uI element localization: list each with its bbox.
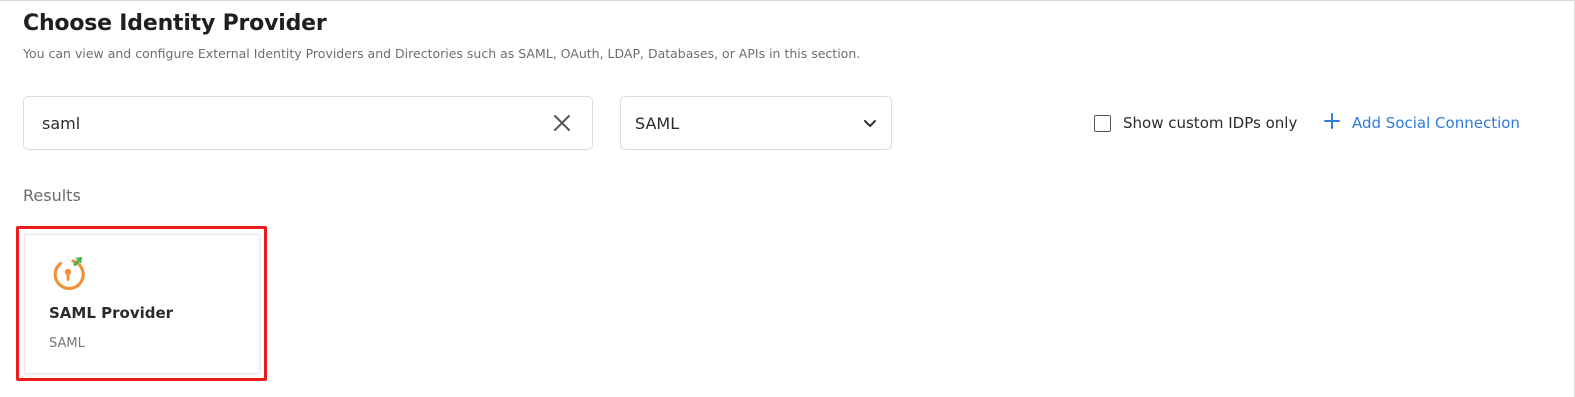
search-input[interactable]: [42, 113, 550, 133]
show-custom-idps-label: Show custom IDPs only: [1123, 114, 1298, 132]
show-custom-idps-checkbox[interactable]: [1094, 114, 1111, 132]
add-social-connection-label: Add Social Connection: [1352, 114, 1520, 132]
results-heading: Results: [23, 186, 81, 205]
page-title: Choose Identity Provider: [23, 11, 327, 36]
protocol-select[interactable]: SAML: [620, 96, 892, 150]
saml-provider-logo-icon: [49, 255, 87, 293]
idp-card-saml-provider[interactable]: SAML Provider SAML: [24, 234, 260, 374]
show-custom-idps-toggle[interactable]: Show custom IDPs only: [1094, 112, 1297, 134]
chevron-down-icon: [863, 114, 877, 133]
plus-icon: [1324, 113, 1340, 133]
search-box[interactable]: [23, 96, 593, 150]
idp-card-title: SAML Provider: [49, 304, 174, 322]
protocol-select-value: SAML: [635, 113, 680, 133]
page-subtitle: You can view and configure External Iden…: [23, 46, 861, 61]
add-social-connection-button[interactable]: Add Social Connection: [1324, 112, 1520, 134]
close-icon[interactable]: [550, 111, 574, 135]
idp-card-type: SAML: [49, 336, 85, 351]
